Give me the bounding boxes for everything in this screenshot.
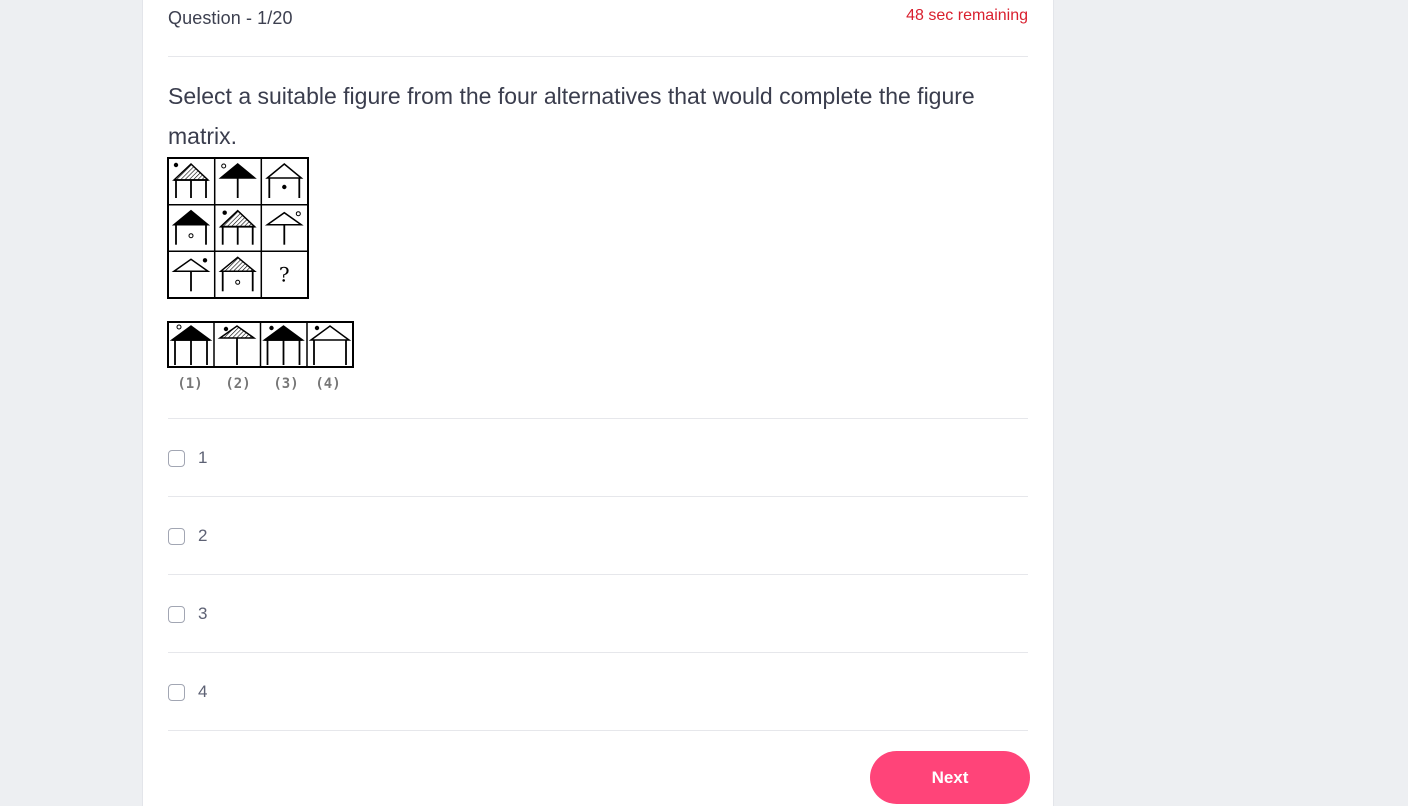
option-label: 1 [198,448,208,467]
timer-text: 48 sec remaining [906,7,1028,24]
next-button[interactable]: Next [870,751,1030,804]
option-3[interactable]: 3 [168,574,1028,652]
answer-figure-label-2: (2) [225,376,250,392]
question-text: Select a suitable figure from the four a… [168,83,975,149]
checkbox[interactable] [168,450,185,467]
option-label: 4 [198,682,208,701]
question-figure-image: ? (1) (2) (3) (4) [167,157,367,402]
answer-options: 1 2 3 4 [168,418,1028,731]
option-2[interactable]: 2 [168,496,1028,574]
question-mark: ? [279,262,290,286]
checkbox[interactable] [168,528,185,545]
answer-figure-label-4: (4) [315,376,340,392]
question-counter: Question - 1/20 [168,8,293,28]
option-label: 3 [198,604,208,623]
answer-figure-label-1: (1) [177,376,202,392]
question-header: Question - 1/20 48 sec remaining [168,0,1028,57]
matrix-cell-3-3: ? [279,262,290,286]
question-card: Question - 1/20 48 sec remaining Select … [142,0,1054,806]
figure-matrix: ? [167,157,309,299]
option-1[interactable]: 1 [168,418,1028,496]
checkbox[interactable] [168,606,185,623]
checkbox[interactable] [168,684,185,701]
option-label: 2 [198,526,208,545]
option-4[interactable]: 4 [168,652,1028,731]
answer-figures: (1) (2) (3) (4) [167,321,354,392]
answer-figure-label-3: (3) [273,376,298,392]
